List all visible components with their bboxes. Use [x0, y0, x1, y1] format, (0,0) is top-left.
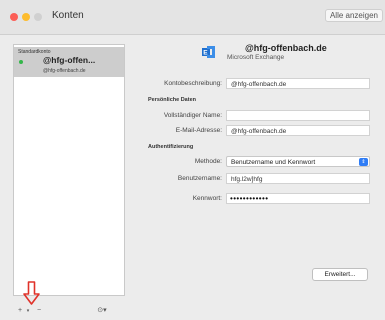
red-down-arrow-icon: [23, 281, 40, 305]
account-details-panel: E @hfg-offenbach.de Microsoft Exchange K…: [126, 40, 385, 320]
accounts-window: Konten Alle anzeigen Standardkonto @hfg-…: [0, 0, 385, 320]
auth-method-select[interactable]: Benutzername und Kennwort ⇕: [226, 156, 370, 167]
close-window-button[interactable]: [10, 13, 18, 21]
authentication-heading: Authentifizierung: [148, 144, 194, 150]
account-action-menu-button[interactable]: ⊙▾: [91, 307, 113, 315]
username-field[interactable]: hfg.l2w]hfg: [226, 173, 370, 184]
method-label: Methode:: [194, 158, 222, 165]
account-header-email: @hfg-offenbach.de: [245, 43, 327, 53]
description-label: Kontobeschreibung:: [164, 80, 222, 87]
minimize-window-button[interactable]: [22, 13, 30, 21]
online-status-dot: [19, 60, 23, 64]
account-list-item[interactable]: Standardkonto @hfg-offen... @hfg-offenba…: [14, 47, 124, 77]
add-account-menu-chevron-icon[interactable]: ▾: [25, 307, 31, 315]
account-type-label: Microsoft Exchange: [227, 54, 285, 61]
remove-account-button[interactable]: −: [33, 307, 45, 315]
account-list-toolbar: + ▾ − ⊙▾: [13, 307, 123, 316]
advanced-button[interactable]: Erweitert...: [312, 268, 368, 281]
auth-method-value: Benutzername und Kennwort: [231, 159, 316, 166]
full-name-field[interactable]: [226, 110, 370, 121]
full-name-label: Vollständiger Name:: [163, 112, 222, 119]
email-field[interactable]: @hfg-offenbach.de: [226, 125, 370, 136]
zoom-window-button[interactable]: [34, 13, 42, 21]
password-field[interactable]: ••••••••••••: [226, 193, 370, 204]
description-field[interactable]: @hfg-offenbach.de: [226, 78, 370, 89]
username-label: Benutzername:: [177, 175, 222, 182]
popup-arrows-icon: ⇕: [359, 158, 368, 166]
account-email: @hfg-offenbach.de: [43, 68, 86, 74]
email-label: E-Mail-Adresse:: [175, 127, 222, 134]
personal-data-heading: Persönliche Daten: [148, 97, 196, 103]
password-label: Kennwort:: [192, 195, 222, 202]
account-list: Standardkonto @hfg-offen... @hfg-offenba…: [13, 44, 125, 296]
svg-text:E: E: [203, 50, 208, 57]
show-all-button[interactable]: Alle anzeigen: [324, 9, 383, 22]
exchange-logo-icon: E: [202, 46, 215, 58]
window-title: Konten: [52, 10, 84, 21]
account-name: @hfg-offen...: [43, 55, 96, 65]
title-bar: Konten Alle anzeigen: [0, 0, 385, 35]
